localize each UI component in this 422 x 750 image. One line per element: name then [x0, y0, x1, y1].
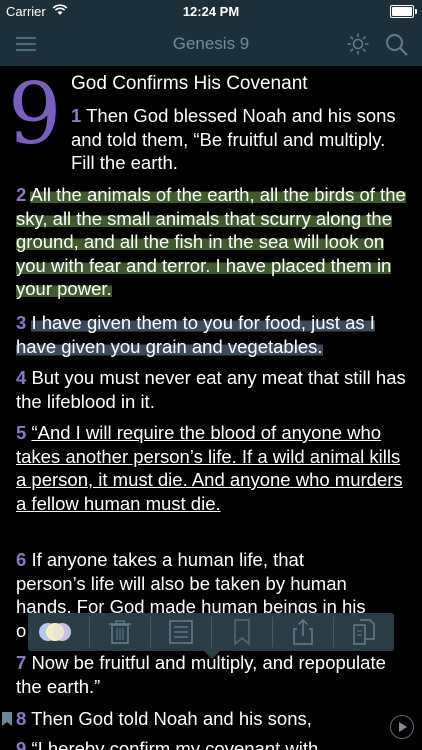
verse-8[interactable]: 8 Then God told Noah and his sons, [16, 707, 412, 731]
verse-text: Now be fruitful and multiply, and repopu… [16, 652, 386, 697]
verse-1[interactable]: 1 Then God blessed Noah and his sons and… [71, 104, 411, 175]
verse-text-highlighted: I have given them to you for food, just … [16, 312, 375, 357]
chapter-number: 9 [8, 66, 62, 163]
verse-text-highlighted: All the animals of the earth, all the bi… [16, 184, 406, 299]
nav-bar: Genesis 9 [0, 22, 422, 66]
verse-text-line-2: person’s life will also be taken by huma… [16, 572, 347, 594]
verse-9[interactable]: 9 “I hereby confirm my covenant with [16, 737, 412, 750]
share-icon[interactable] [273, 617, 333, 647]
note-icon[interactable] [151, 617, 211, 647]
trash-icon[interactable] [90, 617, 150, 647]
verse-text: Then God told Noah and his sons, [31, 708, 312, 729]
verse-3[interactable]: 3 I have given them to you for food, jus… [16, 311, 412, 358]
verse-text-line-1: If anyone takes a human life, that [31, 549, 304, 570]
play-audio-icon[interactable] [390, 715, 414, 739]
verse-number: 9 [16, 738, 27, 750]
verse-number: 7 [16, 652, 27, 673]
toolbar-pointer [204, 651, 220, 659]
status-bar: Carrier 12:24 PM [0, 0, 422, 22]
bookmark-icon[interactable] [212, 617, 272, 647]
verse-text: “I hereby confirm my covenant with [31, 738, 319, 750]
battery-icon [390, 5, 417, 18]
brightness-icon[interactable] [346, 32, 370, 56]
verse-number: 3 [16, 312, 27, 333]
color-palette-icon[interactable] [28, 617, 88, 647]
verse-number: 1 [71, 105, 82, 126]
clock-label: 12:24 PM [182, 4, 240, 19]
verse-number: 2 [16, 184, 27, 205]
bookmark-marker-icon [2, 712, 12, 726]
verse-number: 4 [16, 367, 27, 388]
verse-text: But you must never eat any meat that sti… [16, 367, 406, 412]
verse-4[interactable]: 4 But you must never eat any meat that s… [16, 366, 412, 413]
section-heading: God Confirms His Covenant [71, 73, 308, 94]
verse-2[interactable]: 2 All the animals of the earth, all the … [16, 183, 412, 301]
copy-icon[interactable] [334, 617, 394, 647]
verse-text: Then God blessed Noah and his sons and t… [71, 105, 396, 173]
verse-text-underlined: “And I will require the blood of anyone … [16, 422, 403, 514]
verse-number: 8 [16, 708, 27, 729]
verse-number: 6 [16, 549, 27, 570]
verse-number: 5 [16, 422, 27, 443]
verse-5[interactable]: 5 “And I will require the blood of anyon… [16, 421, 412, 515]
verse-action-toolbar [28, 613, 394, 659]
search-icon[interactable] [384, 32, 410, 58]
